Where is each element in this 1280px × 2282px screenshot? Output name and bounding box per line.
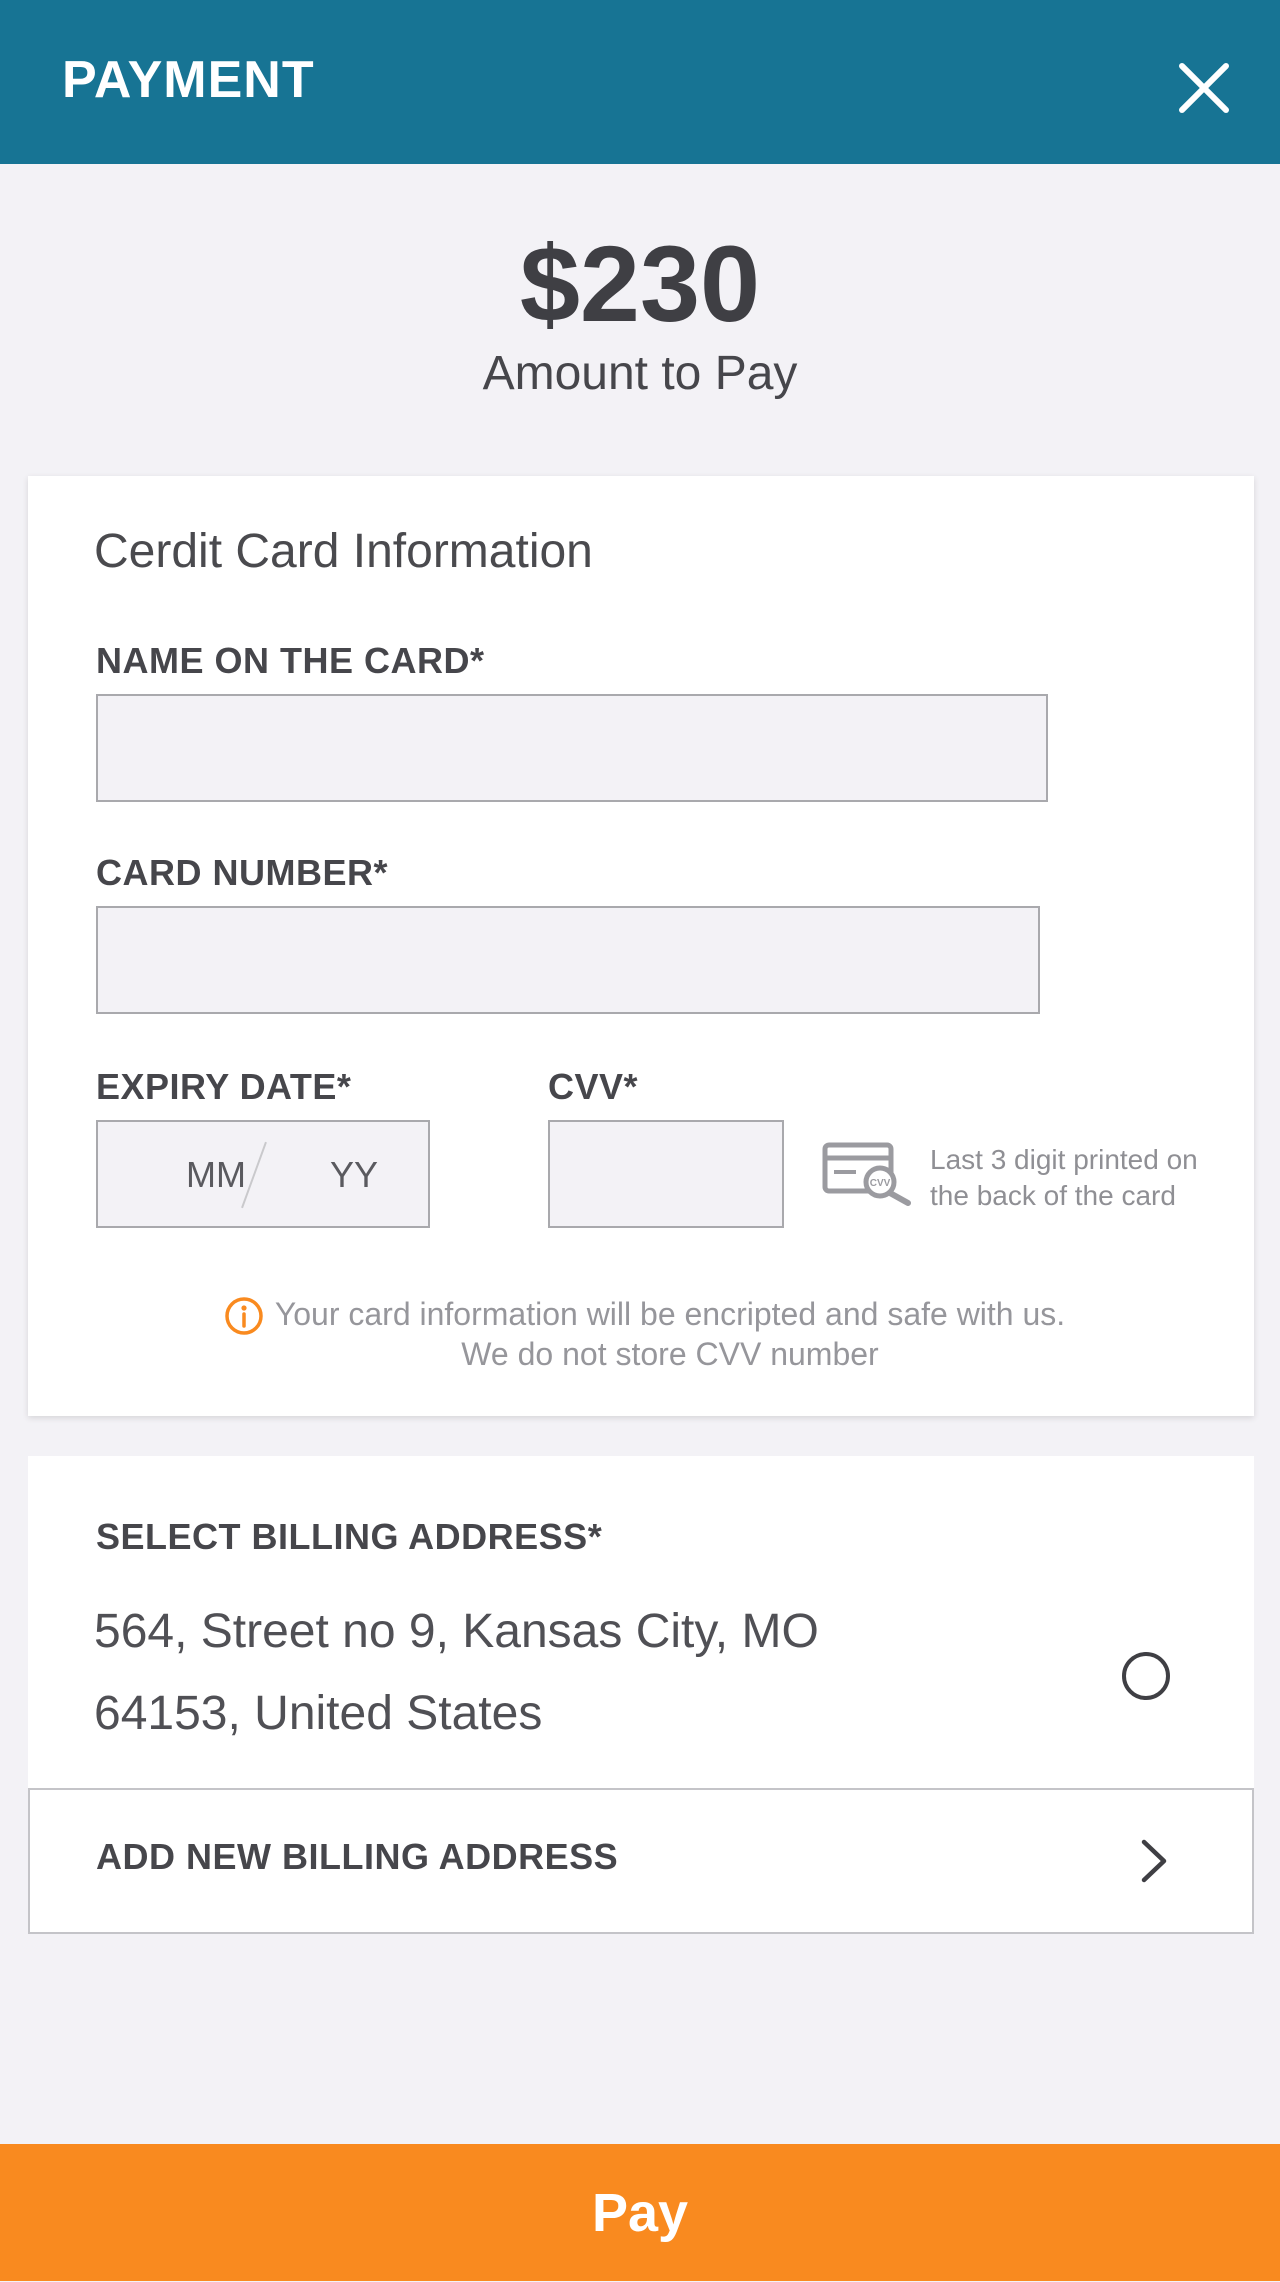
expiry-date-label: EXPIRY DATE* bbox=[96, 1066, 352, 1107]
security-note-line1: Your card information will be encripted … bbox=[274, 1296, 1066, 1332]
name-on-card-input[interactable] bbox=[96, 694, 1048, 802]
card-info-title: Cerdit Card Information bbox=[94, 525, 593, 578]
card-number-label: CARD NUMBER* bbox=[96, 852, 388, 893]
pay-button-label: Pay bbox=[591, 2183, 689, 2243]
close-button[interactable] bbox=[1168, 52, 1240, 124]
amount-value: $230 bbox=[519, 223, 761, 344]
billing-address-radio[interactable] bbox=[1122, 1652, 1170, 1700]
billing-address-label: SELECT BILLING ADDRESS* bbox=[96, 1516, 603, 1557]
app-header: PAYMENT bbox=[0, 0, 1280, 164]
security-note-line2: We do not store CVV number bbox=[461, 1336, 879, 1372]
close-icon bbox=[1179, 63, 1229, 113]
cvv-label: CVV* bbox=[548, 1066, 639, 1107]
chevron-right-icon bbox=[1128, 1836, 1178, 1886]
add-billing-address-button[interactable]: ADD NEW BILLING ADDRESS bbox=[28, 1788, 1254, 1934]
billing-address-line2: 64153, United States bbox=[94, 1687, 543, 1740]
cvv-icon-text: CVV bbox=[870, 1178, 891, 1189]
amount-label: Amount to Pay bbox=[482, 347, 798, 400]
pay-button[interactable]: Pay bbox=[0, 2144, 1280, 2281]
add-billing-address-label: ADD NEW BILLING ADDRESS bbox=[96, 1836, 619, 1877]
cvv-hint-line2: the back of the card bbox=[930, 1180, 1176, 1211]
page-title: PAYMENT bbox=[62, 51, 315, 109]
cvv-hint-line1: Last 3 digit printed on bbox=[930, 1144, 1198, 1175]
expiry-year-input[interactable] bbox=[292, 1122, 416, 1228]
cvv-input[interactable] bbox=[548, 1120, 784, 1228]
expiry-month-input[interactable] bbox=[154, 1122, 278, 1228]
cvv-hint: Last 3 digit printed on the back of the … bbox=[930, 1142, 1230, 1214]
name-on-card-label: NAME ON THE CARD* bbox=[96, 640, 485, 681]
card-number-input[interactable] bbox=[96, 906, 1040, 1014]
billing-address-line1: 564, Street no 9, Kansas City, MO bbox=[94, 1605, 819, 1658]
card-search-icon: CVV bbox=[822, 1142, 914, 1206]
expiry-date-field bbox=[96, 1120, 430, 1228]
